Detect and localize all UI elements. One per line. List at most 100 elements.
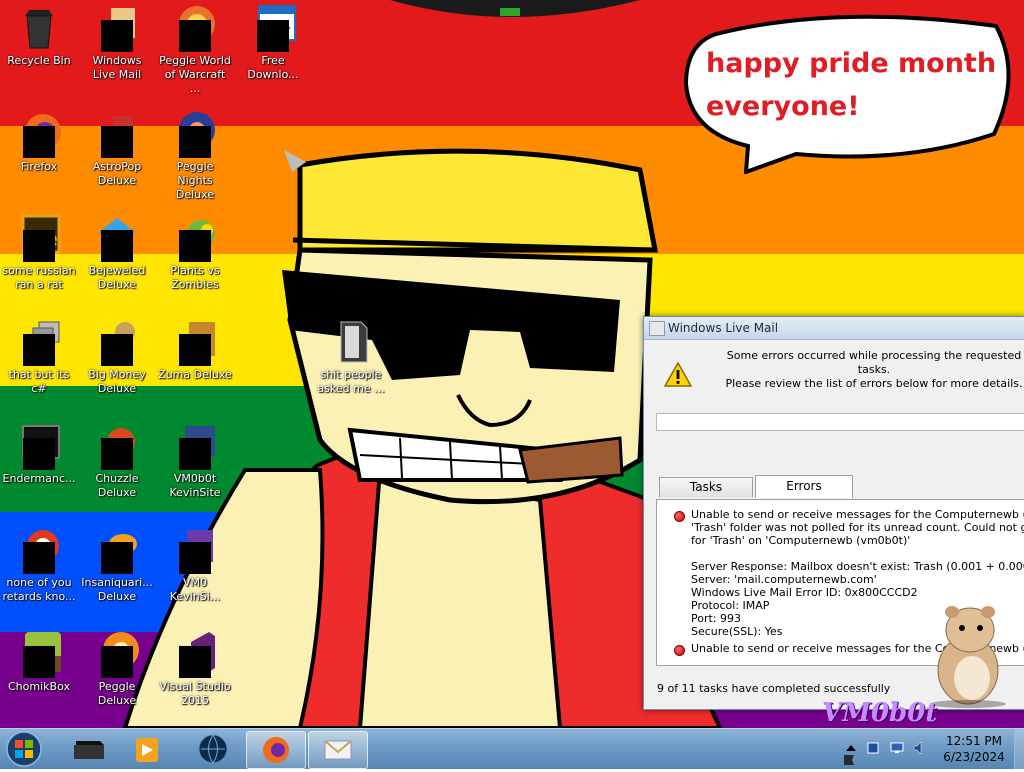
mail-app-icon <box>649 321 665 336</box>
icon-label: Visual Studio 2015 <box>159 680 231 707</box>
desktop-icon-bejeweled-deluxe[interactable]: Bejeweled Deluxe <box>80 214 154 292</box>
censor-box <box>179 646 211 678</box>
desktop-icon-chuzzle-deluxe[interactable]: Chuzzle Deluxe <box>80 422 154 500</box>
terminal-icon <box>15 422 63 470</box>
censor-box <box>101 20 133 52</box>
warning-icon <box>664 362 692 387</box>
taskbar-network[interactable] <box>184 731 242 767</box>
icon-label: shit people asked me ... <box>317 368 385 395</box>
desktop-icon-windows-live-mail[interactable]: Windows Live Mail <box>80 4 154 82</box>
desktop-icon-zuma-deluxe[interactable]: Zuma Deluxe <box>158 318 232 382</box>
error-server-response: Server Response: Mailbox doesn't exist: … <box>691 560 1024 573</box>
censor-box <box>101 542 133 574</box>
censor-box <box>101 334 133 366</box>
bejeweled-icon <box>93 214 141 262</box>
icon-label: AstroPop Deluxe <box>92 160 142 187</box>
censor-box <box>179 438 211 470</box>
tab-tasks[interactable]: Tasks <box>659 477 753 497</box>
desktop-icon-plants-vs-zombies[interactable]: Plants vs Zombies <box>158 214 232 292</box>
censor-box <box>101 438 133 470</box>
dialog-titlebar[interactable]: Windows Live Mail <box>644 317 1024 340</box>
taskbar-firefox[interactable] <box>246 731 306 769</box>
monitor-icon[interactable] <box>890 741 904 755</box>
icon-label: ChomikBox <box>8 680 70 693</box>
tab-errors[interactable]: Errors <box>755 475 853 498</box>
taskbar-media-player[interactable] <box>118 731 176 767</box>
censor-box <box>179 230 211 262</box>
desktop-icon-free-download[interactable]: Free Downlo... <box>236 4 310 82</box>
censor-box <box>101 126 133 158</box>
desktop-icon-big-money-deluxe[interactable]: Big Money Deluxe <box>80 318 154 396</box>
censor-box <box>179 334 211 366</box>
windows-stack-icon <box>15 318 63 366</box>
icon-label: Plants vs Zombies <box>170 264 220 291</box>
vm0b0t-watermark: VM0b0t <box>822 698 938 728</box>
plants-vs-zombies-icon <box>171 214 219 262</box>
taskbar-windows-live-mail[interactable] <box>308 731 368 769</box>
dialog-message-line-1: Some errors occurred while processing th… <box>726 349 1022 376</box>
censor-box <box>23 126 55 158</box>
taskbar-clock[interactable]: 12:51 PM 6/23/2024 <box>940 733 1008 765</box>
censor-box <box>23 542 55 574</box>
taskbar-explorer[interactable] <box>60 731 118 767</box>
start-button[interactable] <box>4 730 44 768</box>
adobe-ae-icon: e <box>15 214 63 262</box>
desktop-icon-some-russian-ran-a-rat[interactable]: e some russian ran a rat <box>2 214 76 292</box>
speech-bubble-text: happy pride month everyone! <box>706 42 1006 128</box>
desktop-icon-peggle-nights-deluxe[interactable]: Peggle Nights Deluxe <box>158 110 232 202</box>
censor-box <box>179 126 211 158</box>
network-icon[interactable] <box>866 741 880 755</box>
flag-icon[interactable] <box>842 753 856 767</box>
speaker-icon[interactable] <box>912 741 926 755</box>
icon-label: Big Money Deluxe <box>88 368 146 395</box>
error-line-1[interactable]: Unable to send or receive messages for t… <box>691 508 1024 521</box>
desktop-icon-recycle-bin[interactable]: Recycle Bin <box>2 4 76 68</box>
desktop-icon-shit-people-asked-me[interactable]: shit people asked me ... <box>314 318 388 396</box>
desktop-icon-visual-studio-2015[interactable]: Visual Studio 2015 <box>158 630 232 708</box>
icon-label: Zuma Deluxe <box>158 368 232 381</box>
icon-label: Free Downlo... <box>247 54 299 81</box>
peggle-nights-icon <box>171 110 219 158</box>
chomikbox-icon <box>15 630 63 678</box>
desktop-icon-chomikbox[interactable]: ChomikBox <box>2 630 76 694</box>
peggle-deluxe-icon <box>93 630 141 678</box>
desktop-icon-vm0-kevinsite[interactable]: VM0 KevinSi... <box>158 526 232 604</box>
icon-label: some russian ran a rat <box>2 264 76 291</box>
censor-box <box>257 20 289 52</box>
icon-label: Peggle Nights Deluxe <box>175 160 215 201</box>
website-icon <box>171 422 219 470</box>
icon-label: Bejeweled Deluxe <box>88 264 146 291</box>
censor-box <box>23 438 55 470</box>
censor-box <box>101 646 133 678</box>
error-secure: Secure(SSL): Yes <box>691 625 783 638</box>
icon-label: Endermanc... <box>2 472 76 485</box>
icon-label: VM0b0t KevinSite <box>169 472 221 499</box>
desktop-icon-insaniquarium-deluxe[interactable]: Insaniquari... Deluxe <box>80 526 154 604</box>
clock-date: 6/23/2024 <box>943 750 1005 764</box>
error-line-3: for 'Trash' on 'Computernewb (vm0b0t)' <box>691 534 911 547</box>
zuma-icon <box>171 318 219 366</box>
desktop-icon-firefox[interactable]: Firefox <box>2 110 76 174</box>
desktop-icon-astropop-deluxe[interactable]: AstroPop Deluxe <box>80 110 154 188</box>
astropop-icon <box>93 110 141 158</box>
error-line-2: 'Trash' folder was not polled for its un… <box>691 521 1024 534</box>
desktop-icon-that-but-its-csharp[interactable]: that but its c# <box>2 318 76 396</box>
visual-studio-icon <box>171 630 219 678</box>
media-player-icon <box>136 738 158 762</box>
taskbar[interactable]: 12:51 PM 6/23/2024 <box>0 728 1024 769</box>
censor-box <box>101 230 133 262</box>
icon-label: that but its c# <box>8 368 70 395</box>
desktop-icon-endermanch[interactable]: Endermanc... <box>2 422 76 486</box>
error-icon <box>674 511 685 522</box>
clock-time: 12:51 PM <box>946 734 1002 748</box>
hamster-image <box>930 606 1006 708</box>
desktop[interactable]: happy pride month everyone! Recycle Bin … <box>0 0 1024 728</box>
globe-icon <box>198 734 228 764</box>
big-money-icon <box>93 318 141 366</box>
task-progress-bar <box>656 413 1024 431</box>
desktop-icon-peggle-deluxe[interactable]: Peggle Deluxe <box>80 630 154 708</box>
desktop-icon-peggle-world-of-warcraft[interactable]: Peggle World of Warcraft ... <box>158 4 232 96</box>
show-desktop-button[interactable] <box>1014 729 1024 769</box>
desktop-icon-none-of-you-know[interactable]: none of you retards kno... <box>2 526 76 604</box>
desktop-icon-vm0b0t-kevinsite[interactable]: VM0b0t KevinSite <box>158 422 232 500</box>
